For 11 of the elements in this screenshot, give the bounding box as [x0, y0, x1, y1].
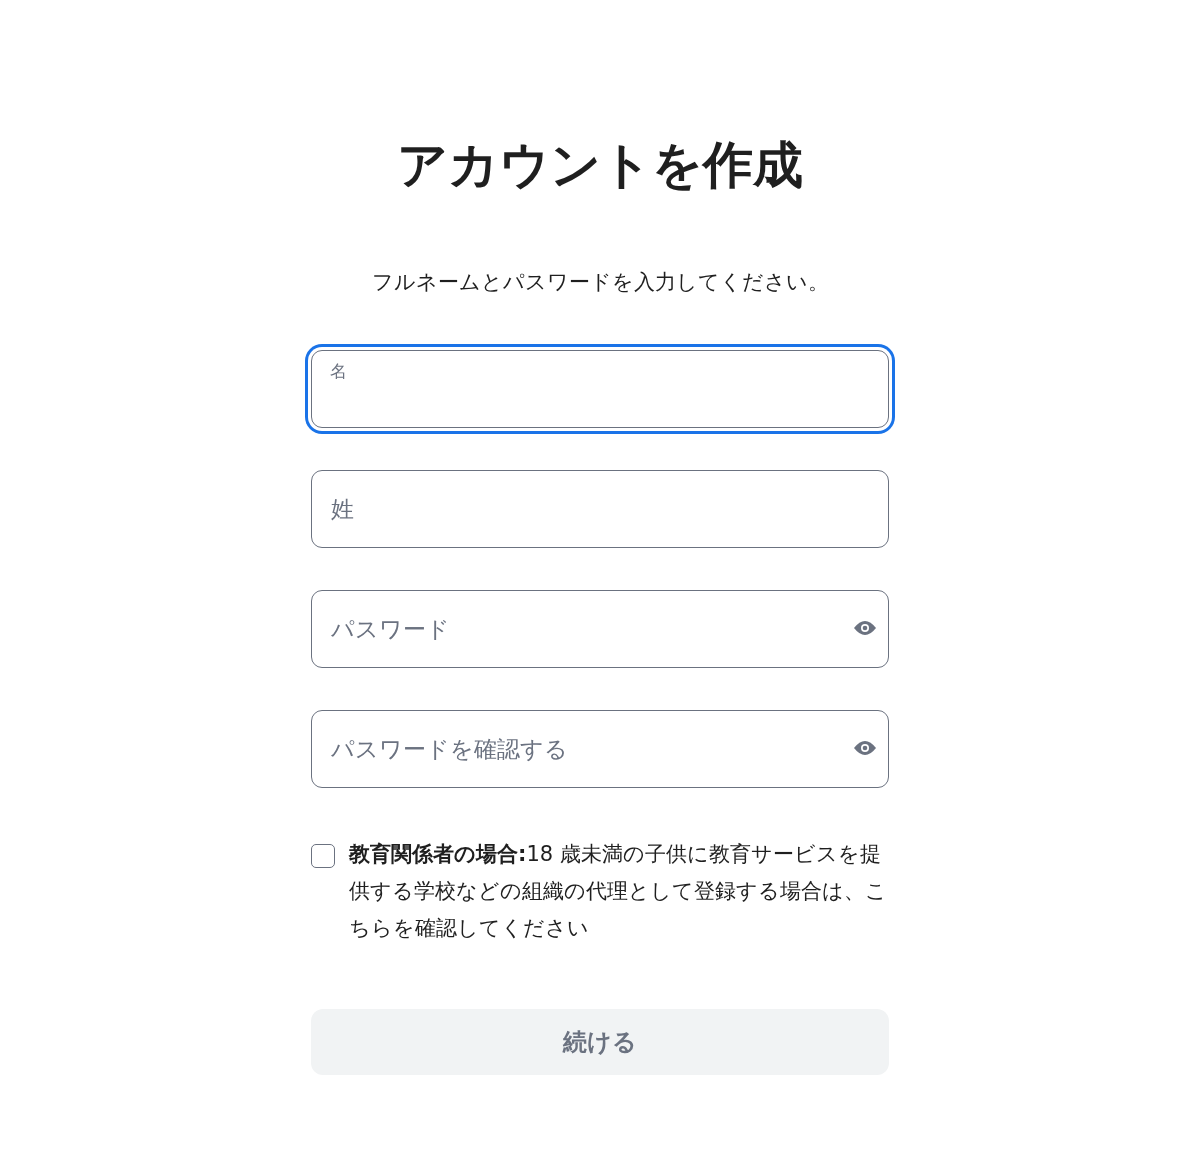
- eye-icon[interactable]: [853, 740, 877, 756]
- consent-text: 教育関係者の場合:18 歳未満の子供に教育サービスを提供する学校などの組織の代理として登録する場合は、こちらを確認してください: [349, 841, 888, 942]
- instruction-text: フルネームとパスワードを入力してください。: [370, 269, 830, 296]
- input-field[interactable]: [311, 350, 889, 428]
- input-field[interactable]: パスワード: [311, 590, 889, 668]
- checkbox[interactable]: [311, 844, 335, 868]
- field-label: 名: [330, 360, 347, 383]
- page-title: アカウントを作成: [396, 135, 804, 196]
- input-field[interactable]: パスワードを確認する: [311, 710, 889, 788]
- input-field[interactable]: 姓: [311, 470, 889, 548]
- eye-icon[interactable]: [853, 620, 877, 636]
